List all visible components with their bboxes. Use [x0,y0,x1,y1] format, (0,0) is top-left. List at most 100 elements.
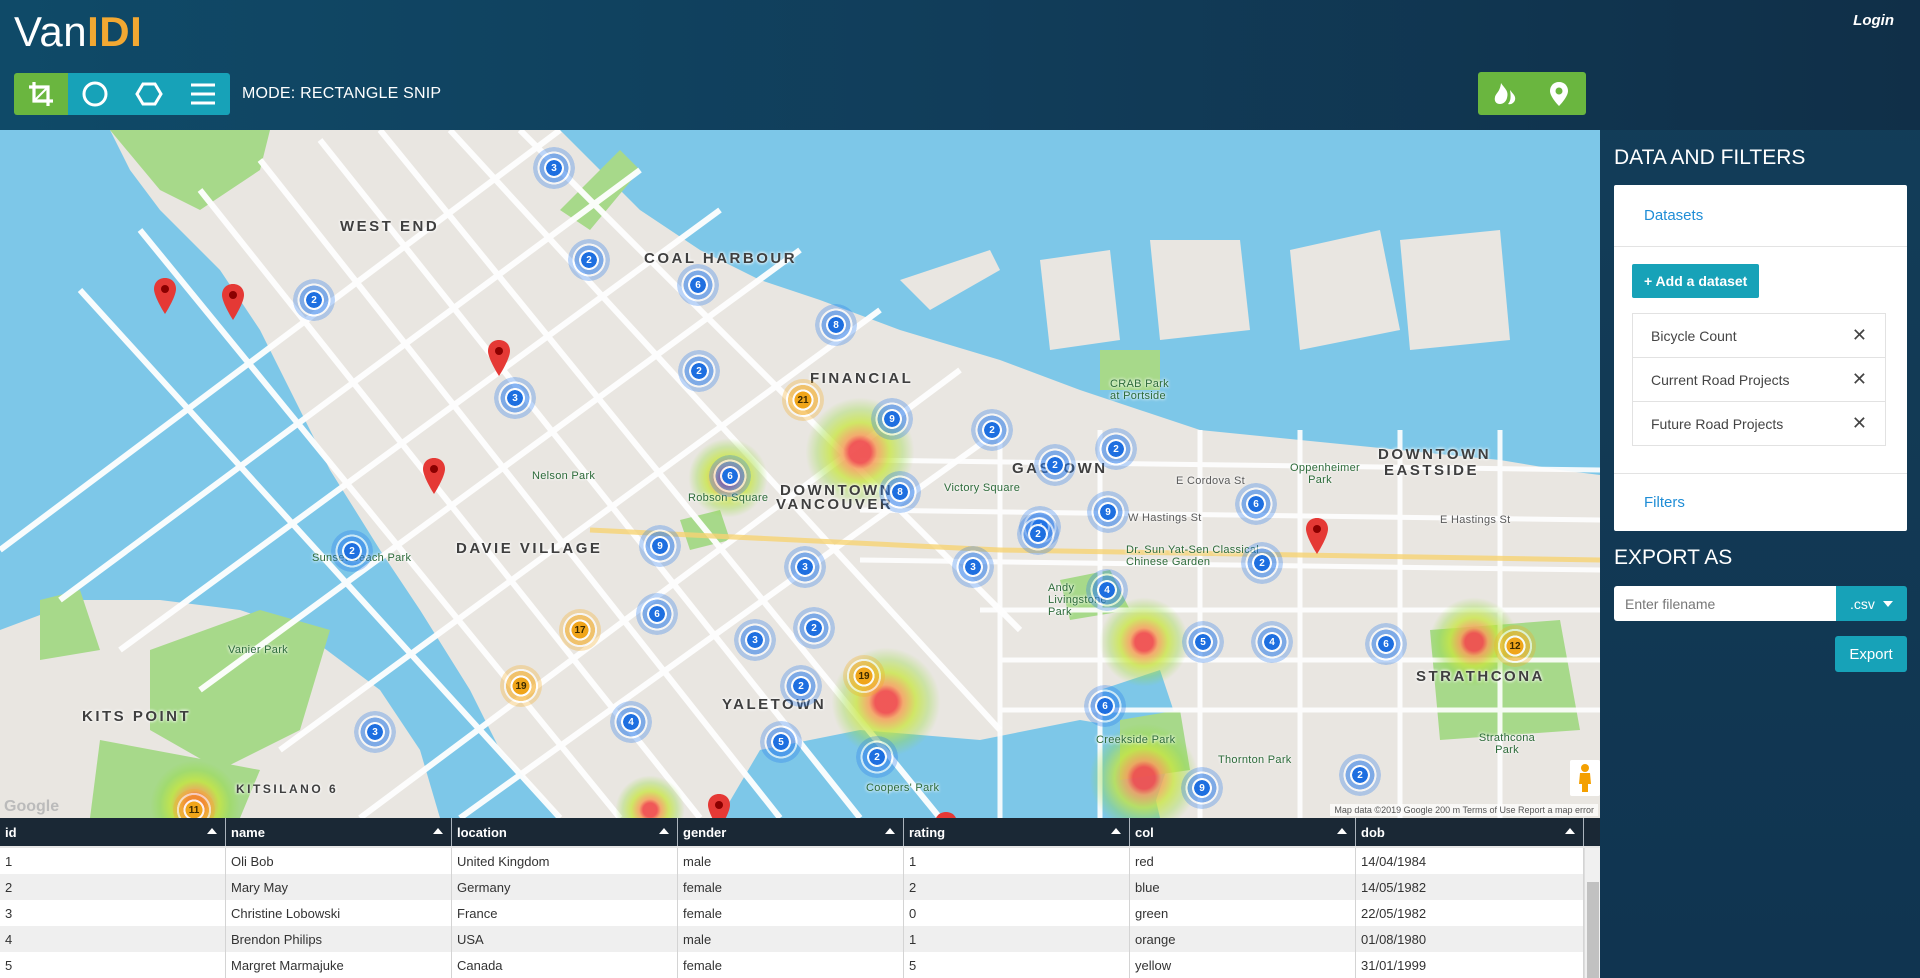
map-cluster[interactable]: 2 [971,409,1013,451]
map-label-kitsilano: KITSILANO 6 [236,782,339,796]
rectangle-snip-button[interactable] [14,73,68,115]
polygon-select-button[interactable] [122,73,176,115]
map-pin-icon[interactable] [707,794,731,818]
map-cluster[interactable]: 2 [678,350,720,392]
map-cluster[interactable]: 4 [1251,621,1293,663]
table-row[interactable]: 1 Oli Bob United Kingdom male 1 red 14/0… [0,848,1600,874]
dataset-item[interactable]: Future Road Projects ✕ [1632,401,1886,446]
map-cluster[interactable]: 6 [1235,483,1277,525]
column-header-id[interactable]: id [0,818,226,846]
map-cluster[interactable]: 9 [1181,767,1223,809]
map-cluster[interactable]: 2 [1241,542,1283,584]
map-cluster[interactable]: 3 [533,147,575,189]
map-cluster[interactable]: 4 [610,701,652,743]
map-cluster[interactable]: 2 [331,530,373,572]
map-cluster[interactable]: 19 [843,655,885,697]
circle-select-button[interactable] [68,73,122,115]
map-cluster[interactable]: 2 [1034,444,1076,486]
table-row[interactable]: 4 Brendon Philips USA male 1 orange 01/0… [0,926,1600,952]
column-header-gender[interactable]: gender [678,818,904,846]
map-cluster[interactable]: 6 [1365,623,1407,665]
map-cluster[interactable]: 21 [782,379,824,421]
map-cluster[interactable]: 2 [1017,513,1059,555]
login-link[interactable]: Login [1853,12,1894,29]
add-dataset-button[interactable]: + Add a dataset [1632,264,1760,298]
table-cell: Brendon Philips [226,926,452,952]
datasets-tab[interactable]: Datasets [1614,185,1907,247]
map-pin-icon[interactable] [487,340,511,376]
map-cluster[interactable]: 2 [293,279,335,321]
table-cell: blue [1130,874,1356,900]
map-cluster[interactable]: 3 [494,377,536,419]
table-header: id name location gender rating col dob [0,818,1600,848]
map-pin-icon[interactable] [1305,518,1329,554]
map-cluster[interactable]: 6 [1084,685,1126,727]
map-cluster[interactable]: 6 [709,455,751,497]
column-header-location[interactable]: location [452,818,678,846]
map-cluster[interactable]: 5 [760,721,802,763]
map-cluster[interactable]: 6 [636,593,678,635]
column-header-col[interactable]: col [1130,818,1356,846]
heatmap-layer-button[interactable] [1478,72,1532,115]
column-header-dob[interactable]: dob [1356,818,1584,846]
map-cluster[interactable]: 3 [952,546,994,588]
map-label-davie-village: DAVIE VILLAGE [456,540,603,557]
table-row[interactable]: 5 Margret Marmajuke Canada female 5 yell… [0,952,1600,978]
table-cell: 14/04/1984 [1356,848,1584,874]
map-cluster[interactable]: 8 [815,304,857,346]
column-header-rating[interactable]: rating [904,818,1130,846]
map-label-strathcona: STRATHCONA [1416,668,1545,685]
table-cell: 01/08/1980 [1356,926,1584,952]
map-cluster[interactable]: 2 [568,239,610,281]
table-cell: 1 [904,848,1130,874]
extension-select[interactable]: .csv [1836,586,1907,621]
filters-tab[interactable]: Filters [1614,473,1907,531]
map-cluster[interactable]: 3 [354,711,396,753]
table-cell: red [1130,848,1356,874]
map-pin-icon[interactable] [422,458,446,494]
menu-button[interactable] [176,73,230,115]
map-cluster[interactable]: 2 [1339,754,1381,796]
scrollbar-thumb[interactable] [1587,882,1599,978]
map-cluster[interactable]: 12 [1494,625,1536,667]
map-cluster[interactable]: 5 [1182,621,1224,663]
data-table: id name location gender rating col dob 1… [0,818,1600,978]
map-label-coal-harbour: COAL HARBOUR [644,250,798,267]
sort-icon [885,828,895,834]
map-pin-icon[interactable] [153,278,177,314]
dataset-item[interactable]: Bicycle Count ✕ [1632,313,1886,358]
map-cluster[interactable]: 9 [1087,491,1129,533]
filename-input[interactable] [1614,586,1836,621]
table-row[interactable]: 2 Mary May Germany female 2 blue 14/05/1… [0,874,1600,900]
map-pin-icon[interactable] [221,284,245,320]
remove-dataset-icon[interactable]: ✕ [1852,369,1867,390]
map-cluster[interactable]: 8 [879,471,921,513]
map-cluster[interactable]: 19 [500,665,542,707]
map-cluster[interactable]: 3 [734,619,776,661]
dataset-item[interactable]: Current Road Projects ✕ [1632,357,1886,402]
table-cell: 5 [904,952,1130,978]
map-cluster[interactable]: 6 [677,264,719,306]
street-view-icon[interactable] [1570,760,1600,796]
map-cluster[interactable]: 2 [780,665,822,707]
table-row[interactable]: 3 Christine Lobowski France female 0 gre… [0,900,1600,926]
map-cluster[interactable]: 4 [1086,569,1128,611]
remove-dataset-icon[interactable]: ✕ [1852,325,1867,346]
map-cluster[interactable]: 9 [639,525,681,567]
export-button[interactable]: Export [1835,636,1907,672]
marker-layer-button[interactable] [1532,72,1586,115]
map-view[interactable]: WEST END COAL HARBOUR FINANCIAL DOWNTOWN… [0,130,1600,818]
map-cluster[interactable]: 2 [793,607,835,649]
remove-dataset-icon[interactable]: ✕ [1852,413,1867,434]
map-cluster[interactable]: 2 [856,736,898,778]
column-header-name[interactable]: name [226,818,452,846]
table-scrollbar[interactable] [1584,848,1600,978]
table-cell: male [678,926,904,952]
table-cell: 31/01/1999 [1356,952,1584,978]
heatmap-icon [1494,82,1516,104]
table-cell: yellow [1130,952,1356,978]
map-cluster[interactable]: 3 [784,546,826,588]
map-cluster[interactable]: 17 [559,609,601,651]
map-cluster[interactable]: 9 [871,398,913,440]
map-cluster[interactable]: 2 [1095,428,1137,470]
